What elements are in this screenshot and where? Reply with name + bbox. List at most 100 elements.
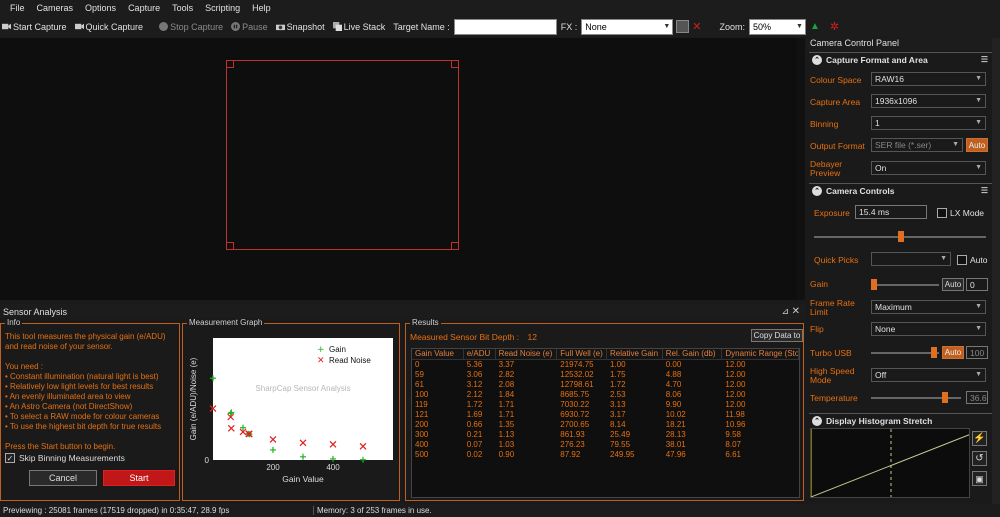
turbo-usb-input[interactable]: 100 [966,346,988,359]
gain-input[interactable]: 0 [966,278,988,291]
pin-icon[interactable]: ⊿ [781,306,789,317]
column-header[interactable]: Read Noise (e) [496,349,558,359]
lx-mode-checkbox[interactable] [937,208,947,218]
turbo-usb-slider-thumb[interactable] [931,347,937,358]
gain-slider[interactable] [871,284,939,286]
frame-rate-limit-select[interactable]: Maximum ▼ [871,300,986,314]
table-cell: 2.53 [610,390,626,399]
save-stretch-button[interactable]: ▣ [972,471,987,486]
menu-capture[interactable]: Capture [128,3,160,13]
camera-controls-section-header[interactable]: ⌃ Camera Controls ☰ [809,183,992,197]
x-tick-label: 200 [266,463,280,472]
column-header[interactable]: Full Well (e) [557,349,607,359]
frame-corner[interactable] [226,242,234,250]
start-button[interactable]: Start [103,470,175,486]
colour-space-select[interactable]: RAW16 ▼ [871,72,986,86]
quick-capture-button[interactable]: Quick Capture [74,22,143,32]
table-row[interactable]: 300 0.21 1.13 861.93 25.49 28.13 9.58 [412,430,799,440]
histogram-section-header[interactable]: ⌃ Display Histogram Stretch [809,413,992,427]
preview-scrollbar[interactable] [797,38,805,300]
table-row[interactable]: 100 2.12 1.84 8685.75 2.53 8.06 12.00 [412,390,799,400]
capture-format-section-header[interactable]: ⌃ Capture Format and Area ☰ [809,52,992,66]
menu-tools[interactable]: Tools [172,3,193,13]
chevron-down-icon: ▼ [975,325,982,332]
quick-picks-select[interactable]: ▼ [871,252,951,266]
column-header[interactable]: Gain Value [412,349,464,359]
start-capture-button[interactable]: Start Capture [2,22,67,32]
table-row[interactable]: 200 0.66 1.35 2700.65 8.14 18.21 10.96 [412,420,799,430]
table-row[interactable]: 61 3.12 2.08 12798.61 1.72 4.70 12.00 [412,380,799,390]
colour-space-label: Colour Space [810,75,862,85]
stack-icon [332,22,342,31]
settings-gear-icon[interactable]: ✲ [830,20,839,33]
target-name-input[interactable] [453,18,557,35]
table-row[interactable]: 400 0.07 1.03 276.23 79.55 38.01 8.07 [412,440,799,450]
right-panel-scrollbar[interactable] [992,38,1000,517]
gain-slider-thumb[interactable] [871,279,877,290]
menu-help[interactable]: Help [252,3,271,13]
snapshot-button[interactable]: Snapshot [275,22,325,32]
column-header[interactable]: Dynamic Range (Sto [722,349,799,359]
temperature-slider-thumb[interactable] [942,392,948,403]
cancel-button[interactable]: Cancel [29,470,97,486]
turbo-usb-slider[interactable] [871,352,939,354]
table-row[interactable]: 119 1.72 1.71 7030.22 3.13 9.90 12.00 [412,400,799,410]
menu-icon[interactable]: ☰ [981,55,988,64]
y-tick-label: 0 [205,456,210,465]
gain-auto-button[interactable]: Auto [942,278,964,291]
fx-settings-button[interactable] [676,20,690,33]
column-header[interactable]: e/ADU [464,349,496,359]
menu-scripting[interactable]: Scripting [205,3,240,13]
chevron-down-icon: ▼ [940,255,947,262]
flip-select[interactable]: None ▼ [871,322,986,336]
table-row[interactable]: 0 5.36 3.37 21974.75 1.00 0.00 12.00 [412,360,799,370]
skip-binning-checkbox[interactable]: ✓ Skip Binning Measurements [5,453,125,463]
high-speed-mode-select[interactable]: Off ▼ [871,368,986,382]
table-row[interactable]: 59 3.06 2.82 12532.02 1.75 4.88 12.00 [412,370,799,380]
exposure-slider-thumb[interactable] [898,231,904,242]
menu-icon[interactable]: ☰ [981,186,988,195]
menu-cameras[interactable]: Cameras [37,3,74,13]
column-header[interactable]: Relative Gain [607,349,663,359]
capture-area-select[interactable]: 1936x1096 ▼ [871,94,986,108]
fx-remove-icon[interactable]: ✕ [692,20,701,33]
frame-corner[interactable] [451,60,459,68]
table-cell: 18.21 [665,420,686,429]
menu-options[interactable]: Options [85,3,116,13]
info-line: • Constant illumination (natural light i… [5,372,159,381]
reset-stretch-button[interactable]: ↺ [972,451,987,466]
fx-select[interactable]: None ▼ [581,18,674,35]
column-header[interactable]: Rel. Gain (db) [663,349,723,359]
table-cell: 2.12 [466,390,483,399]
output-format-select[interactable]: SER file (*.ser) ▼ [871,138,963,152]
copy-data-button[interactable]: Copy Data to [751,329,803,342]
frame-corner[interactable] [226,60,234,68]
table-cell: 8685.75 [560,390,590,399]
binning-select[interactable]: 1 ▼ [871,116,986,130]
exposure-input[interactable]: 15.4 ms [855,205,927,219]
frame-corner[interactable] [451,242,459,250]
debayer-preview-select[interactable]: On ▼ [871,161,986,175]
y-axis-label: Gain (e/ADU)/Noise (e) [189,357,198,440]
quick-capture-icon [74,23,84,30]
table-cell: 119 [415,400,428,409]
exposure-auto-checkbox[interactable] [957,255,967,265]
histogram-icon[interactable]: ▲ [810,21,820,32]
close-icon[interactable]: ✕ [792,306,800,317]
table-cell: 2.82 [498,370,515,379]
table-cell: 12798.61 [560,380,594,389]
table-cell: 10.02 [665,410,686,419]
table-row[interactable]: 500 0.02 0.90 87.92 249.95 47.96 6.61 [412,450,799,460]
histogram-display[interactable] [810,428,970,498]
info-line: • To use the highest bit depth for true … [5,422,162,431]
zoom-select[interactable]: 50% ▼ [748,18,806,35]
turbo-usb-auto-button[interactable]: Auto [942,346,964,359]
live-stack-button[interactable]: Live Stack [332,22,385,32]
menu-file[interactable]: File [10,3,25,13]
info-line: • Relatively low light levels for best r… [5,382,154,391]
stop-capture-button[interactable]: Stop Capture [159,22,223,32]
pause-button[interactable]: Pause [231,22,268,32]
auto-stretch-button[interactable]: ⚡ [972,431,987,446]
output-format-auto-button[interactable]: Auto [966,138,988,152]
table-row[interactable]: 121 1.69 1.71 6930.72 3.17 10.02 11.98 [412,410,799,420]
